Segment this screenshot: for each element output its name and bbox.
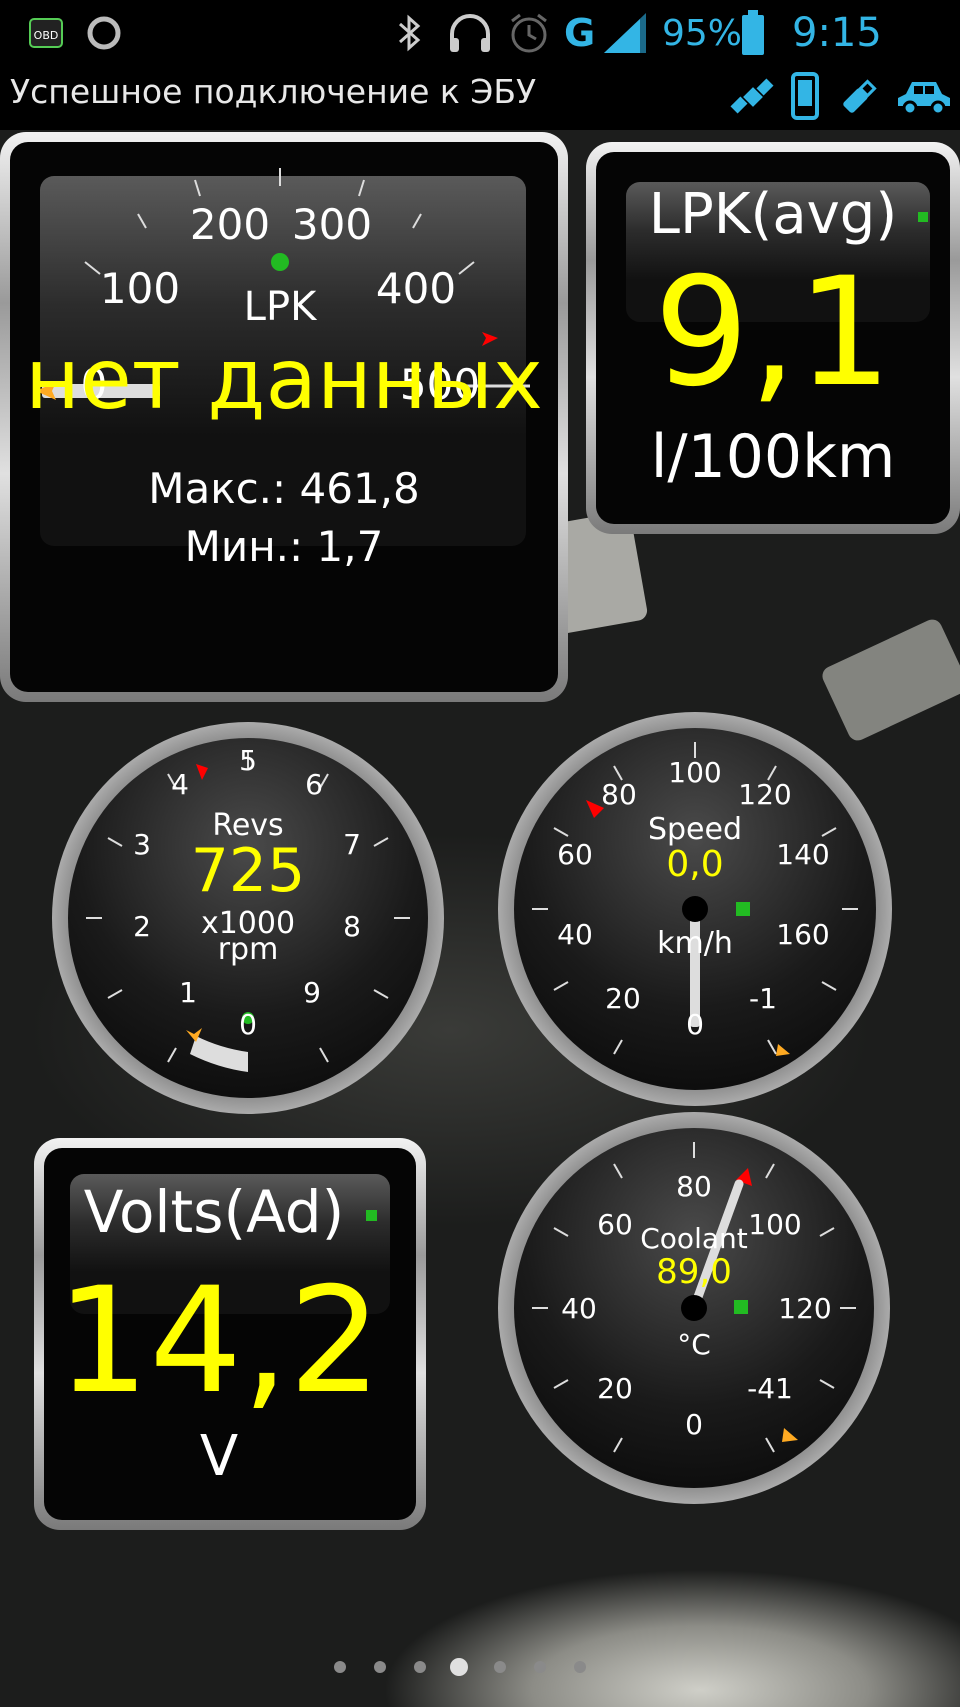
coolant-gauge[interactable]: 0 20 40 60 80 100 120 -41 Coolant 89,0 °… bbox=[498, 1112, 890, 1504]
lpk-avg-panel[interactable]: LPK(avg) 9,1 l/100km bbox=[586, 142, 960, 534]
lpk-no-data: нет данных bbox=[25, 330, 543, 428]
page-dot[interactable] bbox=[374, 1661, 386, 1673]
revs-value: 725 bbox=[190, 836, 306, 906]
car-icon[interactable] bbox=[894, 76, 954, 122]
lpk-avg-label: LPK(avg) bbox=[648, 182, 898, 247]
alarm-icon bbox=[506, 10, 552, 56]
speed-tick-20: 20 bbox=[605, 982, 641, 1015]
coolant-value: 89,0 bbox=[656, 1252, 732, 1292]
clock: 9:15 bbox=[792, 10, 882, 56]
lpk-gauge-panel[interactable]: 100 200 300 400 0 500 LPK нет данных Мак… bbox=[0, 132, 568, 702]
lpk-tick-100: 100 bbox=[99, 264, 181, 313]
page-dot[interactable] bbox=[414, 1661, 426, 1673]
connection-status: Успешное подключение к ЭБУ bbox=[10, 72, 537, 111]
lpk-avg-status bbox=[918, 212, 928, 222]
speed-value: 0,0 bbox=[666, 844, 724, 885]
page-dot[interactable] bbox=[574, 1661, 586, 1673]
coolant-tick-120: 120 bbox=[778, 1292, 832, 1325]
volts-label: Volts(Ad) bbox=[83, 1178, 345, 1246]
lpk-min: Мин.: 1,7 bbox=[184, 522, 384, 571]
volts-panel[interactable]: Volts(Ad) 14,2 V bbox=[34, 1138, 426, 1530]
revs-tick-0: 0 bbox=[239, 1008, 257, 1041]
lpk-tick-400: 400 bbox=[375, 264, 457, 313]
lpk-avg-unit: l/100km bbox=[650, 422, 896, 492]
speed-tick-40: 40 bbox=[557, 918, 593, 951]
coolant-tick-80: 80 bbox=[676, 1170, 712, 1203]
status-bar: OBD G 95% 9:15 bbox=[0, 0, 960, 66]
coolant-min-marker: -41 bbox=[747, 1372, 793, 1405]
speed-tick-120: 120 bbox=[738, 778, 792, 811]
revs-tick-4: 4 bbox=[171, 768, 189, 801]
bluetooth-icon bbox=[396, 10, 424, 56]
lpk-tick-300: 300 bbox=[291, 200, 373, 249]
headphones-icon bbox=[446, 10, 494, 56]
lpk-max: Макс.: 461,8 bbox=[148, 464, 420, 513]
speed-tick-0: 0 bbox=[686, 1008, 704, 1041]
coolant-tick-40: 40 bbox=[561, 1292, 597, 1325]
obd-icon: OBD bbox=[28, 10, 64, 56]
svg-text:OBD: OBD bbox=[34, 29, 59, 42]
page-dot[interactable] bbox=[494, 1661, 506, 1673]
page-dot-active[interactable] bbox=[450, 1658, 468, 1676]
volts-value: 14,2 bbox=[56, 1256, 382, 1426]
lpk-tick-200: 200 bbox=[189, 200, 271, 249]
revs-tick-6: 6 bbox=[305, 768, 323, 801]
volts-unit: V bbox=[199, 1424, 239, 1489]
speed-unit: km/h bbox=[657, 926, 733, 961]
speed-min-marker: -1 bbox=[749, 982, 777, 1015]
network-type: G bbox=[564, 11, 596, 55]
speed-label: Speed bbox=[647, 812, 743, 847]
satellite-icon[interactable] bbox=[730, 74, 776, 124]
usb-icon[interactable] bbox=[836, 74, 882, 124]
page-indicator bbox=[0, 1652, 960, 1682]
speed-tick-80: 80 bbox=[601, 778, 637, 811]
revs-tick-5: 5 bbox=[239, 744, 257, 777]
speed-tick-100: 100 bbox=[668, 756, 722, 789]
revs-unit: rpm bbox=[217, 932, 279, 967]
revs-tick-9: 9 bbox=[303, 976, 321, 1009]
revs-tick-1: 1 bbox=[179, 976, 197, 1009]
battery-percent: 95% bbox=[662, 12, 743, 54]
signal-icon bbox=[602, 10, 648, 56]
page-dot[interactable] bbox=[534, 1661, 546, 1673]
battery-icon bbox=[740, 10, 766, 56]
gps-swirl-icon bbox=[86, 10, 122, 56]
coolant-tick-0: 0 bbox=[685, 1408, 703, 1441]
speed-gauge[interactable]: 0 20 40 60 80 100 120 140 160 -1 Speed 0… bbox=[498, 712, 892, 1106]
coolant-label: Coolant bbox=[640, 1222, 748, 1255]
revs-gauge[interactable]: 0 1 2 3 4 5 6 7 8 9 Revs 725 x1000 rpm bbox=[52, 722, 444, 1114]
lpk-label: LPK bbox=[243, 284, 317, 330]
volts-status bbox=[366, 1210, 377, 1221]
lpk-avg-value: 9,1 bbox=[653, 246, 893, 420]
coolant-unit: °C bbox=[677, 1328, 711, 1361]
speed-tick-60: 60 bbox=[557, 838, 593, 871]
phone-icon[interactable] bbox=[790, 72, 820, 124]
page-dot[interactable] bbox=[334, 1661, 346, 1673]
coolant-tick-20: 20 bbox=[597, 1372, 633, 1405]
